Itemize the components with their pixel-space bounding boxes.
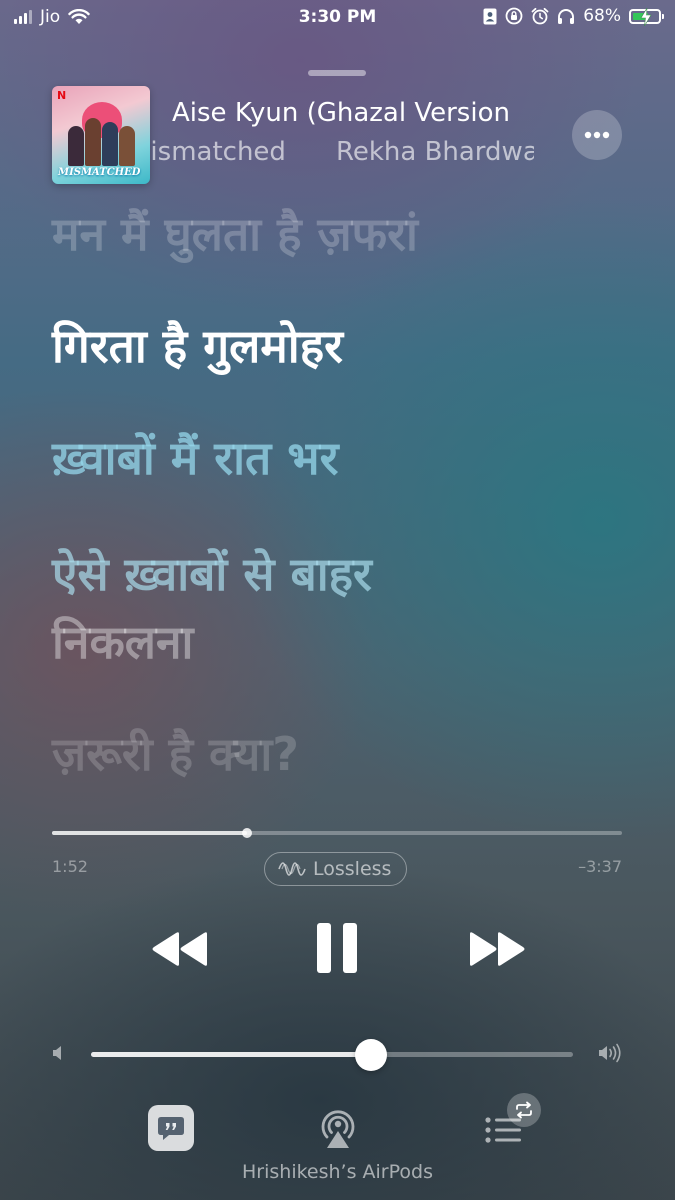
status-right: 68%	[483, 6, 664, 26]
lyrics-quote-bubble-icon	[158, 1117, 184, 1140]
progress-fill	[52, 831, 247, 835]
alarm-icon	[531, 7, 549, 25]
repeat-indicator	[507, 1093, 541, 1127]
lyric-line-next[interactable]: ख़्वाबों मैं रात भर	[52, 424, 632, 492]
more-options-button[interactable]	[572, 110, 622, 160]
orientation-lock-icon	[505, 7, 523, 25]
lyric-line-upcoming-part2: निकलना	[52, 615, 194, 669]
now-playing-screen: Jio 3:30 PM 68% N MISMATCHED Aise Kyun (…	[0, 0, 675, 1200]
volume-knob[interactable]	[354, 1039, 387, 1071]
volume-slider[interactable]	[91, 1039, 573, 1071]
remaining-time: –3:37	[578, 857, 622, 876]
contact-card-icon	[483, 8, 497, 24]
next-track-button[interactable]	[467, 930, 527, 968]
pause-icon	[317, 923, 357, 973]
artwork-figure	[85, 118, 101, 166]
volume-fill	[91, 1052, 371, 1057]
fast-forward-icon	[470, 932, 525, 966]
pause-button[interactable]	[312, 920, 362, 976]
battery-charging-icon	[629, 7, 664, 26]
airplay-audio-icon[interactable]	[316, 1104, 360, 1150]
album-artwork[interactable]: N MISMATCHED	[52, 86, 150, 184]
rewind-icon	[152, 932, 207, 966]
song-subtitle: Mismatched Rekha Bhardwaj	[150, 137, 534, 167]
output-device-label[interactable]: Hrishikesh’s AirPods	[0, 1161, 675, 1183]
lyric-line-upcoming[interactable]: ऐसे ख़्वाबों से बाहर निकलना	[52, 540, 632, 676]
volume-low-icon	[53, 1046, 61, 1060]
elapsed-time: 1:52	[52, 857, 88, 876]
lyric-line-later[interactable]: ज़रूरी है क्या?	[52, 720, 632, 788]
artwork-figure	[102, 122, 118, 166]
song-title[interactable]: Aise Kyun (Ghazal Version	[172, 98, 534, 128]
sheet-grabber[interactable]	[308, 70, 366, 76]
battery-percentage: 68%	[583, 6, 621, 26]
lyric-line-upcoming-part1: ऐसे ख़्वाबों से बाहर	[52, 547, 372, 601]
progress-slider[interactable]	[52, 828, 622, 838]
artist-name[interactable]: Rekha Bhardwaj	[336, 137, 534, 167]
lossless-label: Lossless	[313, 858, 392, 880]
progress-knob[interactable]	[241, 828, 252, 838]
lossless-wave-icon	[278, 862, 306, 876]
ellipsis-icon	[584, 131, 610, 139]
artwork-figure	[68, 126, 84, 166]
volume-high-icon	[599, 1043, 621, 1063]
lyrics-button[interactable]	[148, 1105, 194, 1151]
artwork-figure	[119, 126, 135, 166]
headphones-icon	[558, 8, 575, 24]
lossless-badge[interactable]: Lossless	[264, 852, 408, 886]
repeat-icon	[516, 1101, 532, 1119]
album-name[interactable]: Mismatched	[150, 137, 286, 167]
status-bar: Jio 3:30 PM 68%	[0, 0, 675, 36]
lyric-line-previous[interactable]: मन मैं घुलता है ज़फरां	[52, 200, 632, 268]
lyric-line-current[interactable]: गिरता है गुलमोहर	[52, 312, 632, 380]
previous-track-button[interactable]	[150, 930, 210, 968]
battery-cap	[662, 13, 664, 19]
netflix-logo: N	[57, 89, 67, 102]
charging-bolt-icon	[640, 7, 652, 26]
artwork-title: MISMATCHED	[58, 167, 141, 178]
